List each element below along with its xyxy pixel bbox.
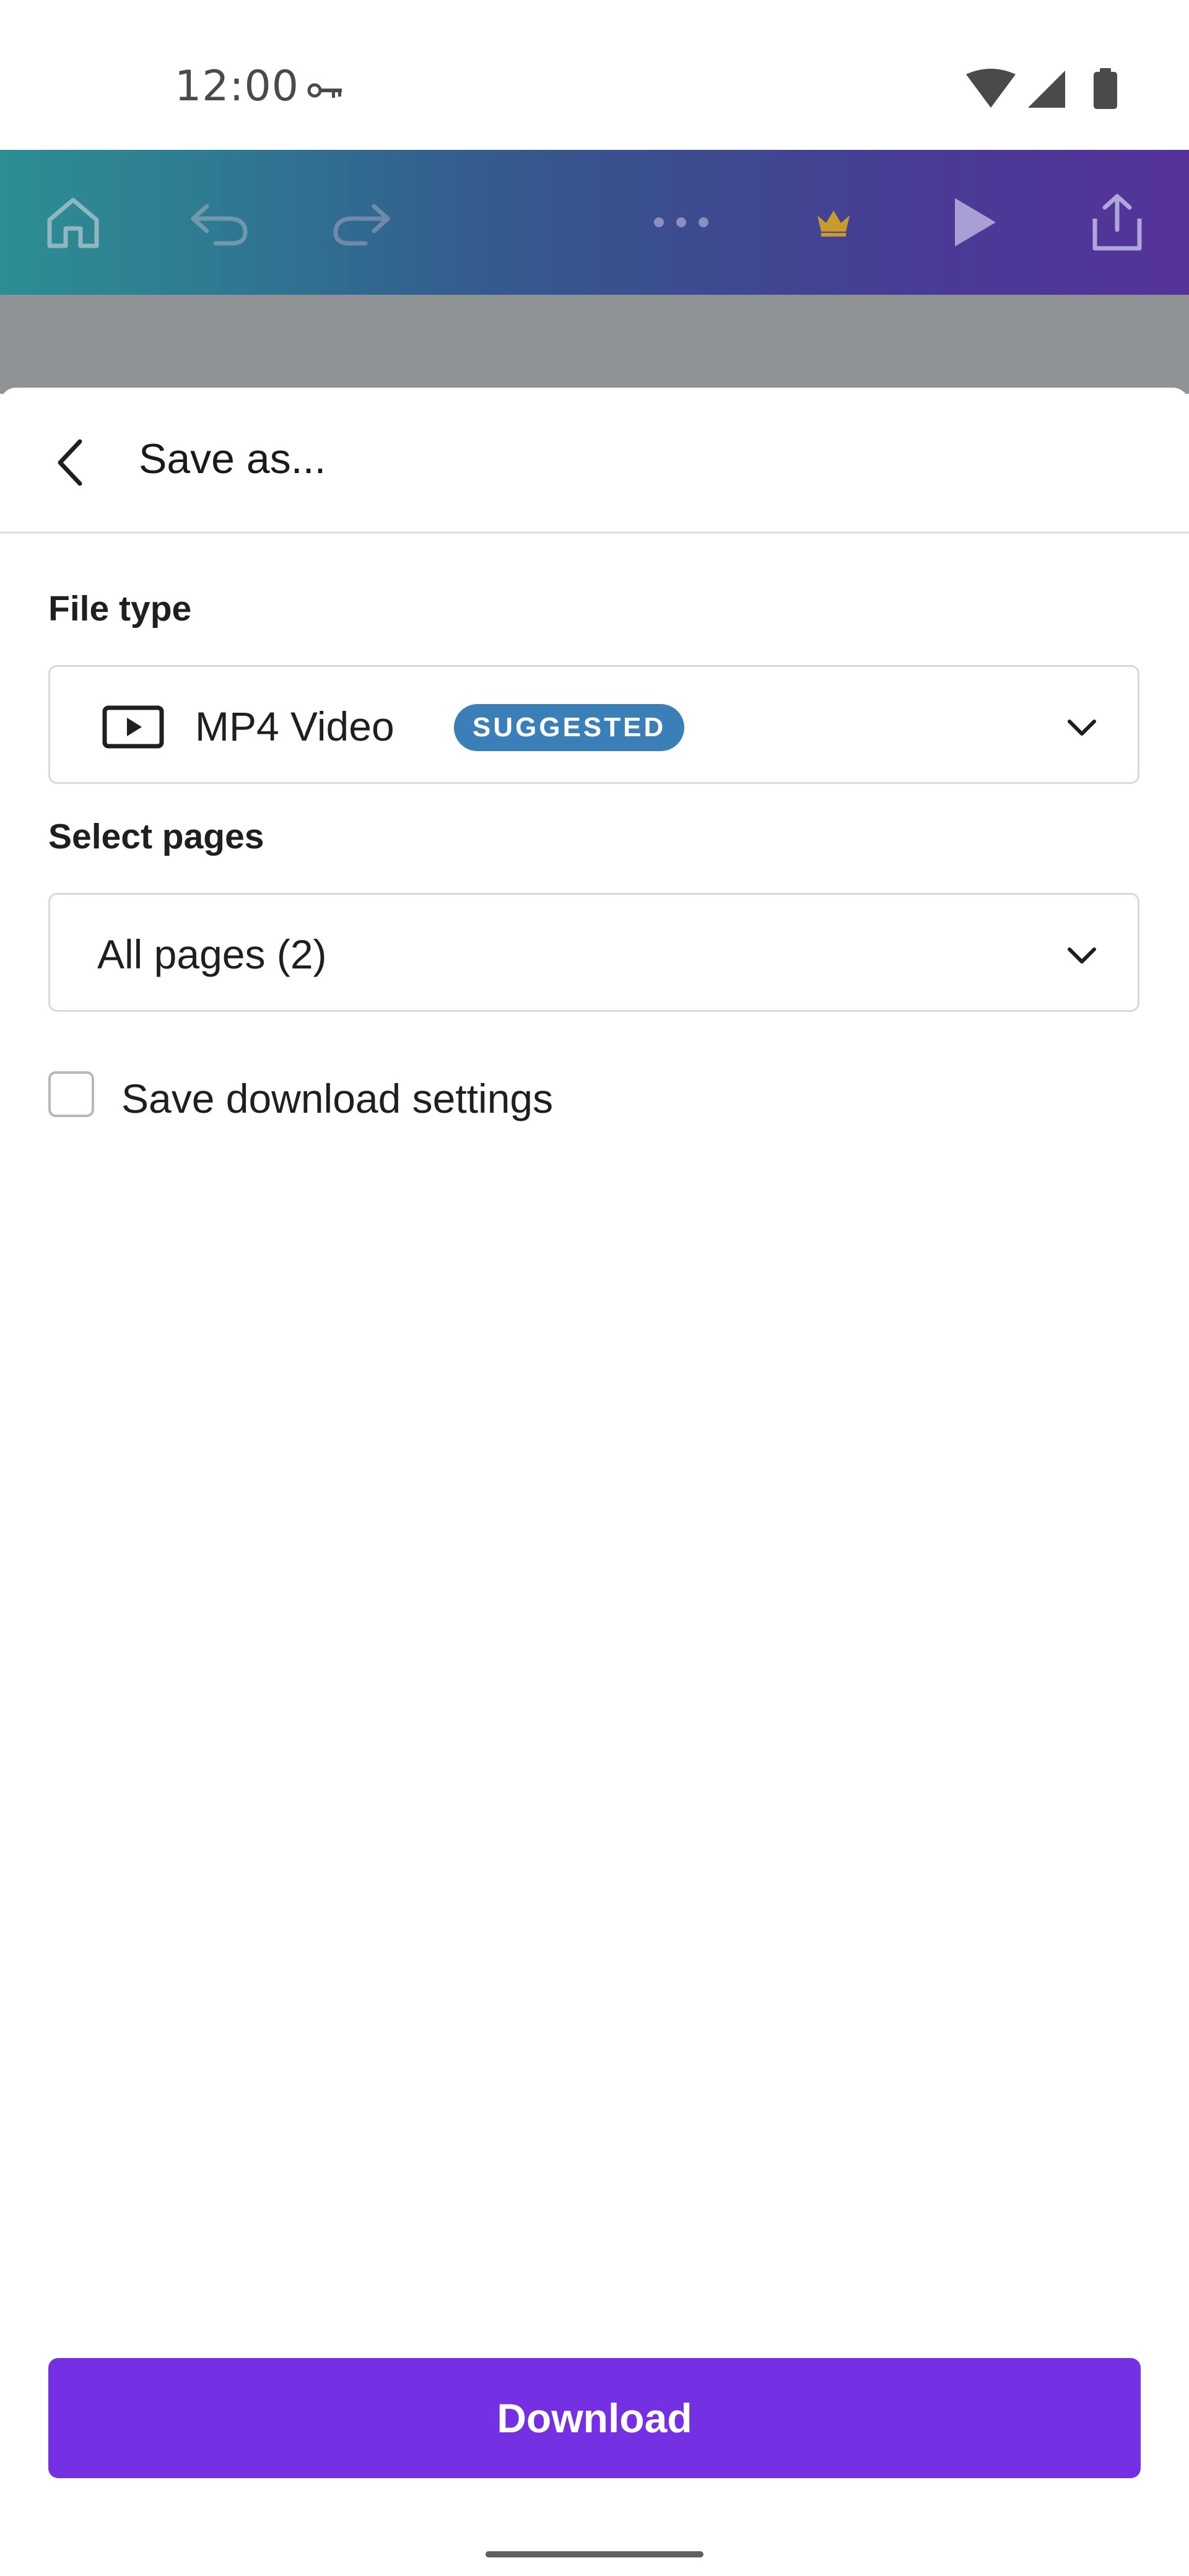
vpn-key-icon: [307, 83, 342, 98]
redo-button[interactable]: [306, 150, 417, 295]
save-settings-label: Save download settings: [121, 1076, 554, 1121]
status-time: 12:00: [175, 62, 299, 111]
sheet-header: Save as...: [0, 388, 1189, 534]
sheet-title: Save as...: [139, 435, 326, 482]
more-button[interactable]: [625, 150, 737, 295]
file-type-select[interactable]: MP4 Video SUGGESTED: [48, 665, 1139, 784]
video-file-icon: [102, 705, 164, 749]
file-type-label: File type: [48, 589, 192, 629]
chevron-down-icon: [1068, 947, 1096, 964]
more-icon: [654, 217, 708, 227]
save-as-sheet: Save as... File type MP4 Video SUGGESTED…: [0, 388, 1189, 2576]
file-type-value: MP4 Video: [195, 703, 394, 749]
share-button[interactable]: [1061, 150, 1173, 295]
home-button[interactable]: [17, 150, 129, 295]
status-icons: [966, 68, 1117, 109]
chevron-left-icon: [58, 439, 82, 486]
crown-icon: [817, 211, 850, 237]
share-icon: [1092, 194, 1142, 251]
select-pages-select[interactable]: All pages (2): [48, 893, 1139, 1012]
battery-icon: [1094, 68, 1117, 109]
chevron-down-icon: [1068, 720, 1096, 736]
undo-icon: [191, 204, 248, 246]
play-icon: [955, 198, 996, 246]
screen: 12:00 Save as... File type MP4 Video SUG…: [0, 0, 1189, 2576]
editor-toolbar: [0, 150, 1189, 295]
select-pages-value: All pages (2): [97, 931, 327, 977]
home-indicator: [486, 2551, 703, 2557]
play-button[interactable]: [919, 150, 1030, 295]
home-icon: [47, 198, 99, 248]
cellular-signal-icon: [1028, 71, 1065, 108]
select-pages-label: Select pages: [48, 817, 264, 856]
back-button[interactable]: [37, 429, 105, 497]
download-button[interactable]: Download: [48, 2358, 1141, 2478]
canvas-background: [0, 295, 1189, 394]
wifi-icon: [966, 69, 1016, 108]
premium-button[interactable]: [778, 150, 889, 295]
save-settings-row[interactable]: Save download settings: [48, 1065, 791, 1127]
undo-button[interactable]: [163, 150, 275, 295]
save-settings-checkbox[interactable]: [48, 1071, 94, 1117]
status-bar: 12:00: [0, 0, 1189, 150]
suggested-badge: SUGGESTED: [454, 704, 685, 751]
redo-icon: [333, 204, 390, 246]
